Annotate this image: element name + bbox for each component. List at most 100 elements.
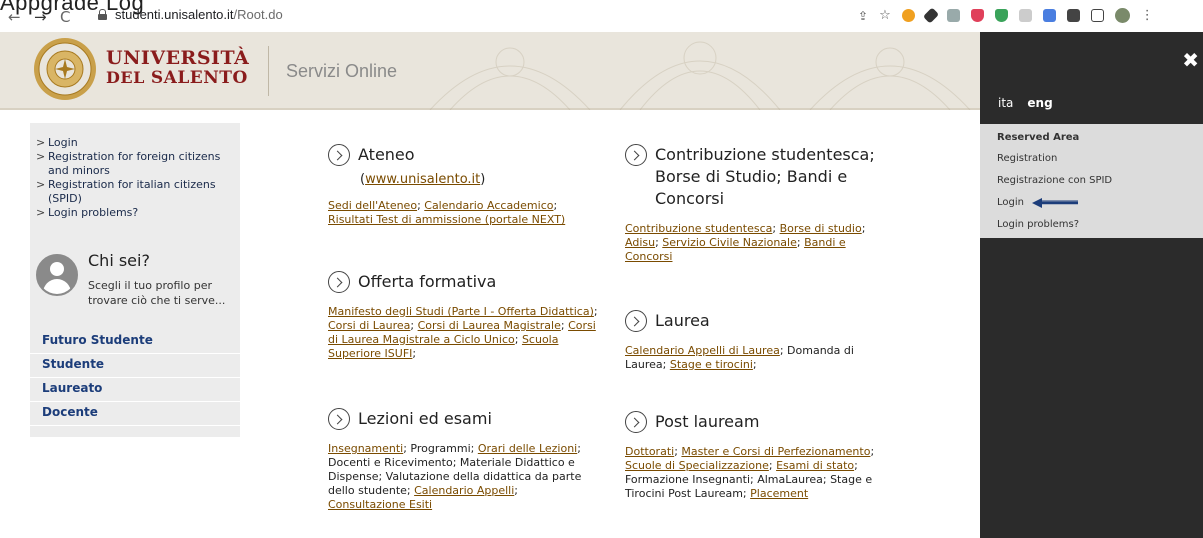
section-ateneo: Ateneo (www.unisalento.it) Sedi dell'Ate…: [328, 144, 566, 226]
reload-button[interactable]: C: [60, 8, 70, 26]
separator: ;: [560, 319, 569, 332]
reserved-area-menu: Reserved Area Registration Registrazione…: [980, 124, 1203, 238]
calendario-accademico-link[interactable]: Calendario Accademico: [424, 199, 553, 212]
left-link-spid-registration[interactable]: > Registration for italian citizens (SPID…: [36, 178, 240, 206]
extension-shield-icon[interactable]: [994, 9, 1008, 22]
consultazione-esiti-link[interactable]: Consultazione Esiti: [328, 498, 432, 511]
calendario-appelli-laurea-link[interactable]: Calendario Appelli di Laurea: [625, 344, 780, 357]
left-link-foreign-registration[interactable]: > Registration for foreign citizens and m…: [36, 150, 240, 178]
separator: ;: [514, 333, 522, 346]
profile-futuro-studente[interactable]: Futuro Studente: [30, 330, 240, 354]
separator: ;: [796, 236, 805, 249]
logo-line-2: SALENTO: [150, 68, 248, 88]
left-link-label: Registration for italian citizens (SPID): [48, 178, 216, 205]
lang-ita[interactable]: ita: [998, 96, 1013, 110]
calendario-appelli-link[interactable]: Calendario Appelli: [414, 484, 514, 497]
chevron-circle-icon[interactable]: [328, 271, 350, 293]
menu-kebab-icon[interactable]: ⋮: [1141, 8, 1154, 23]
contribuzione-link[interactable]: Contribuzione studentesca: [625, 222, 772, 235]
menu-item-label: Login: [997, 197, 1024, 208]
chevron-right-icon: >: [36, 150, 46, 163]
logo-line-1: UNIVERSITÀ: [106, 47, 250, 69]
corsi-laurea-magistrale-link[interactable]: Corsi di Laurea Magistrale: [418, 319, 561, 332]
menu-item-label: Login problems?: [997, 219, 1080, 230]
separator: ;: [410, 319, 418, 332]
sidebar-icon[interactable]: [1090, 9, 1104, 22]
borse-studio-link[interactable]: Borse di studio: [780, 222, 862, 235]
left-link-label: Login problems?: [48, 206, 139, 219]
dottorati-link[interactable]: Dottorati: [625, 445, 674, 458]
separator: ;: [861, 222, 866, 235]
left-link-login[interactable]: > Login: [36, 136, 240, 150]
profile-studente[interactable]: Studente: [30, 354, 240, 378]
chevron-right-icon: >: [36, 206, 46, 219]
sedi-ateneo-link[interactable]: Sedi dell'Ateneo: [328, 199, 417, 212]
chevron-right-icon: >: [36, 136, 46, 149]
browser-toolbar: Appgrade Log ← → C studenti.unisalento.i…: [0, 0, 1203, 32]
university-seal-icon[interactable]: [33, 37, 97, 101]
section-title: Ateneo: [358, 145, 415, 164]
left-link-login-problems[interactable]: > Login problems?: [36, 206, 240, 220]
user-avatar-icon: [36, 254, 78, 296]
header-divider: [268, 46, 269, 96]
puzzle-icon[interactable]: [1066, 9, 1080, 22]
servizio-civile-link[interactable]: Servizio Civile Nazionale: [662, 236, 797, 249]
forward-button[interactable]: →: [34, 8, 47, 26]
left-link-label: Registration for foreign citizens and mi…: [48, 150, 221, 177]
site-header: UNIVERSITÀ DEL SALENTO Servizi Online: [0, 32, 980, 110]
university-logo-text[interactable]: UNIVERSITÀ DEL SALENTO: [106, 49, 249, 88]
stage-tirocini-link[interactable]: Stage e tirocini: [670, 358, 753, 371]
extension-doc-icon[interactable]: [1018, 9, 1032, 22]
lock-icon: [98, 9, 107, 20]
orari-lezioni-link[interactable]: Orari delle Lezioni: [478, 442, 577, 455]
master-link[interactable]: Master e Corsi di Perfezionamento: [681, 445, 870, 458]
profile-docente[interactable]: Docente: [30, 402, 240, 426]
manifesto-studi-link[interactable]: Manifesto degli Studi (Parte I - Offerta…: [328, 305, 594, 318]
bookmark-star-icon[interactable]: ☆: [879, 8, 891, 23]
lang-eng[interactable]: eng: [1027, 96, 1052, 110]
section-title: Lezioni ed esami: [358, 409, 492, 428]
extension-badge-icon[interactable]: [946, 9, 960, 22]
insegnamenti-link[interactable]: Insegnamenti: [328, 442, 403, 455]
pocket-icon[interactable]: [970, 9, 984, 22]
scuole-specializzazione-link[interactable]: Scuole di Specializzazione: [625, 459, 769, 472]
menu-item-registration[interactable]: Registration: [997, 153, 1203, 164]
section-title: Laurea: [655, 311, 710, 330]
share-icon[interactable]: ⇪: [858, 9, 868, 23]
menu-item-spid[interactable]: Registrazione con SPID: [997, 175, 1203, 186]
translate-icon[interactable]: [1042, 9, 1056, 22]
placement-link[interactable]: Placement: [750, 487, 808, 500]
side-menu-overlay: ✖ ita eng Reserved Area Registration Reg…: [980, 32, 1203, 538]
extension-sun-icon[interactable]: [901, 9, 915, 22]
back-button[interactable]: ←: [8, 8, 21, 26]
profile-avatar-icon[interactable]: [1114, 8, 1130, 23]
risultati-test-link[interactable]: Risultati Test di ammissione (portale NE…: [328, 213, 565, 226]
menu-item-login-problems[interactable]: Login problems?: [997, 219, 1203, 230]
corsi-laurea-link[interactable]: Corsi di Laurea: [328, 319, 410, 332]
left-link-label: Login: [48, 136, 78, 149]
adisu-link[interactable]: Adisu: [625, 236, 655, 249]
chevron-circle-icon[interactable]: [328, 144, 350, 166]
profile-laureato[interactable]: Laureato: [30, 378, 240, 402]
address-bar[interactable]: studenti.unisalento.it/Root.do: [98, 7, 283, 22]
section-post-lauream: Post lauream Dottorati; Master e Corsi d…: [625, 411, 887, 501]
menu-item-login[interactable]: Login: [997, 197, 1203, 208]
chevron-right-icon: >: [36, 178, 46, 191]
static-text: ;: [752, 358, 757, 371]
chevron-circle-icon[interactable]: [328, 408, 350, 430]
chevron-circle-icon[interactable]: [625, 310, 647, 332]
service-title: Servizi Online: [286, 61, 398, 81]
profile-chooser: Chi sei? Scegli il tuo profilo per trova…: [36, 251, 236, 315]
section-offerta-formativa: Offerta formativa Manifesto degli Studi …: [328, 271, 598, 360]
url-host: studenti.unisalento.it: [115, 7, 234, 22]
ateneo-site-link[interactable]: www.unisalento.it: [365, 172, 480, 187]
url-path: /Root.do: [233, 7, 283, 22]
chevron-circle-icon[interactable]: [625, 144, 647, 166]
close-icon[interactable]: ✖: [1182, 48, 1199, 72]
chevron-circle-icon[interactable]: [625, 411, 647, 433]
extension-rocket-icon[interactable]: [922, 7, 939, 24]
section-title: Post lauream: [655, 412, 760, 431]
header-watermark-decoration: [429, 41, 971, 110]
menu-item-label: Registrazione con SPID: [997, 175, 1113, 186]
esami-stato-link[interactable]: Esami di stato: [776, 459, 854, 472]
